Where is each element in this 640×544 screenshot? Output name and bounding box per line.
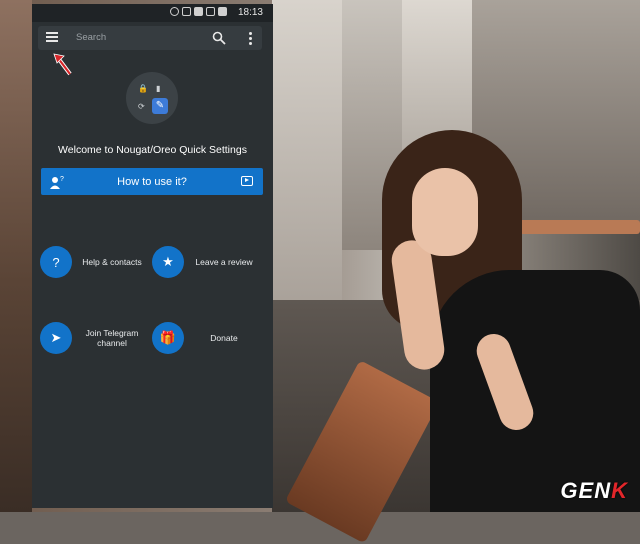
donate-label: Donate <box>210 333 238 343</box>
search-bar[interactable]: Search <box>38 26 262 50</box>
wrench-icon: ✎ <box>152 98 168 114</box>
help-contacts-label: Help & contacts <box>82 257 142 267</box>
star-icon[interactable]: ★ <box>152 246 184 278</box>
red-arrow-annotation <box>53 53 72 76</box>
battery-icon <box>218 7 227 16</box>
search-icon[interactable] <box>212 31 226 45</box>
how-to-use-label: How to use it? <box>117 176 187 188</box>
sim-icon <box>194 7 203 16</box>
hamburger-menu-icon[interactable] <box>46 32 58 44</box>
gift-icon[interactable]: 🎁 <box>152 322 184 354</box>
signal-icon <box>206 7 215 16</box>
status-time: 18:13 <box>237 7 263 18</box>
battery-icon: ▮ <box>156 84 161 93</box>
youtube-icon <box>241 176 253 186</box>
help-contacts-action[interactable]: ? Help & contacts <box>40 246 152 278</box>
lock-icon: 🔒 <box>138 84 148 93</box>
app-logo: 🔒 ▮ ⟳ ✎ <box>126 72 178 124</box>
donate-action[interactable]: 🎁 Donate <box>152 322 264 354</box>
welcome-title: Welcome to Nougat/Oreo Quick Settings <box>58 144 247 156</box>
rotate-icon: ⟳ <box>138 102 145 111</box>
question-icon[interactable]: ? <box>40 246 72 278</box>
join-telegram-label: Join Telegram channel <box>85 328 139 348</box>
woman-dress <box>430 270 640 512</box>
woman-face <box>412 168 478 256</box>
building <box>272 0 342 330</box>
status-bar: 18:13 <box>32 4 273 22</box>
status-icons <box>170 7 227 16</box>
leave-review-label: Leave a review <box>195 257 253 267</box>
wifi-icon <box>182 7 191 16</box>
left-edge-strip <box>0 0 32 512</box>
genk-watermark: GENK <box>560 478 628 503</box>
more-options-icon[interactable] <box>248 31 252 45</box>
search-input[interactable]: Search <box>76 32 106 43</box>
join-telegram-action[interactable]: ➤ Join Telegram channel <box>40 322 152 354</box>
alarm-icon <box>170 7 179 16</box>
telegram-icon[interactable]: ➤ <box>40 322 72 354</box>
how-to-use-button[interactable]: ? How to use it? <box>41 168 263 195</box>
leave-review-action[interactable]: ★ Leave a review <box>152 246 264 278</box>
phone-screen: 18:13 Search 🔒 ▮ ⟳ ✎ Welcome to Nougat/O… <box>32 4 273 508</box>
